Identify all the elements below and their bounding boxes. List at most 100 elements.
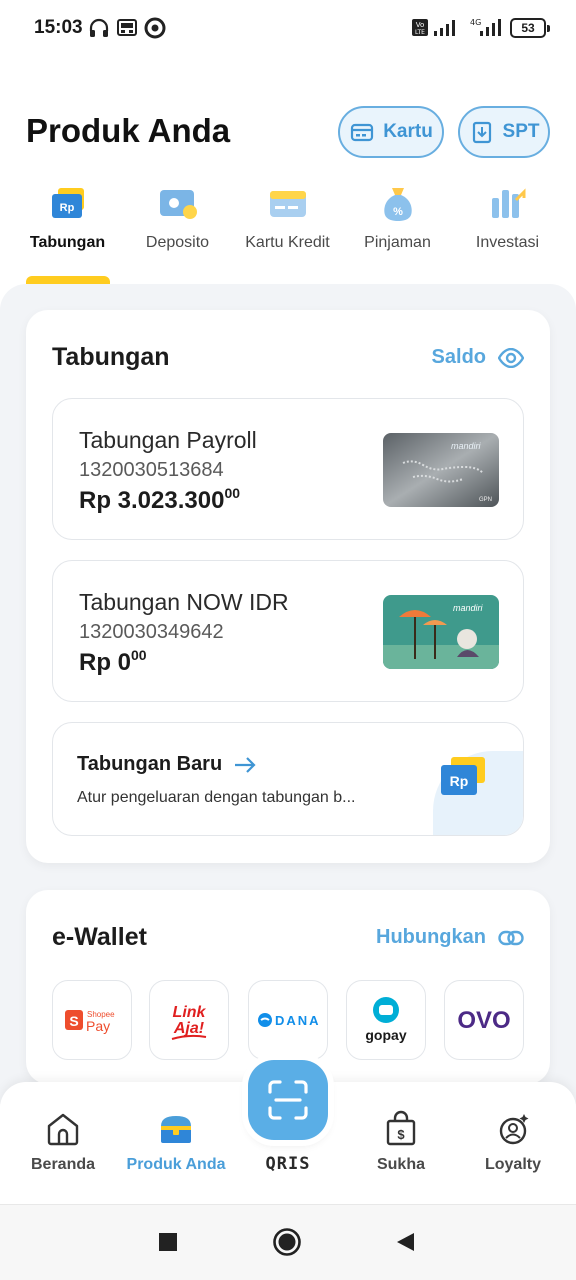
nav-produk-anda[interactable]: Produk Anda [121,1110,231,1174]
tab-pinjaman[interactable]: % Pinjaman [340,182,455,252]
link-icon [498,930,524,945]
battery-icon: 53 [510,18,550,38]
shopeepay-logo: S Shopee Pay [65,1010,115,1034]
tab-tabungan[interactable]: Rp Tabungan [10,182,125,252]
system-navigation-bar [0,1204,576,1280]
svg-text:Link: Link [173,1004,207,1021]
svg-text:mandiri: mandiri [451,441,482,451]
document-icon [472,121,491,144]
eye-icon [498,347,524,368]
hubungkan-link[interactable]: Hubungkan [376,926,524,949]
gopay-logo: gopay [365,997,407,1043]
debit-card-image: mandiri GPN [383,433,499,507]
savings-icon: Rp [46,182,90,226]
back-icon[interactable] [394,1231,416,1253]
nav-label: Sukha [376,1156,425,1173]
new-savings-title: Tabungan Baru [77,753,256,776]
svg-text:mandiri: mandiri [453,603,484,613]
spt-button-label: SPT [502,121,540,142]
volte-signal-icon: Vo LTE [412,19,455,36]
home-icon [47,1113,79,1146]
tab-label: Pinjaman [364,234,431,251]
account-card-payroll[interactable]: Tabungan Payroll 1320030513684 Rp 3.023.… [52,398,524,540]
svg-text:%: % [393,206,403,218]
loan-bag-icon: % [376,182,420,226]
qris-label: QRIS [265,1154,311,1174]
ewallet-dana[interactable]: DANA [248,980,328,1060]
qris-scan-button[interactable] [248,1060,328,1140]
sim-card-icon [117,19,137,36]
tab-investasi[interactable]: Investasi [450,182,565,252]
nav-label: Loyalty [484,1156,541,1173]
savings-icon: Rp [441,757,485,795]
svg-text:gopay: gopay [365,1027,406,1043]
saldo-toggle[interactable]: Saldo [432,346,524,369]
tab-kartu-kredit[interactable]: Kartu Kredit [230,182,345,252]
debit-card-image: mandiri [383,595,499,669]
tab-label: Kartu Kredit [245,234,330,251]
account-name: Tabungan Payroll [79,427,257,453]
ewallet-gopay[interactable]: gopay [346,980,426,1060]
home-button-icon[interactable] [272,1227,302,1257]
saldo-label: Saldo [431,346,486,368]
recents-icon[interactable] [158,1232,178,1252]
account-balance: Rp 000 [79,647,147,676]
svg-text:Rp: Rp [450,773,469,789]
ewallet-linkaja[interactable]: Link Aja! [149,980,229,1060]
treasure-chest-icon [161,1116,191,1143]
shopping-bag-icon: $ [386,1110,416,1146]
tab-label: Tabungan [29,234,106,251]
svg-text:S: S [69,1013,78,1029]
hubungkan-label: Hubungkan [376,926,486,948]
svg-text:Rp: Rp [59,202,74,214]
target-icon [144,17,166,39]
kartu-button-label: Kartu [383,121,433,142]
account-balance: Rp 3.023.30000 [79,485,241,514]
arrow-right-icon [235,756,256,773]
new-savings-card[interactable]: Tabungan Baru Atur pengeluaran dengan ta… [52,722,524,836]
account-card-now-idr[interactable]: Tabungan NOW IDR 1320030349642 Rp 000 ma… [52,560,524,702]
tab-label: Deposito [145,234,210,251]
savings-title: Tabungan [52,343,170,371]
ewallet-shopeepay[interactable]: S Shopee Pay [52,980,132,1060]
svg-text:GPN: GPN [479,497,492,503]
new-savings-subtitle: Atur pengeluaran dengan tabungan b... [77,789,356,806]
svg-text:Aja!: Aja! [173,1020,205,1037]
svg-text:LTE: LTE [415,29,425,36]
svg-text:Vo: Vo [416,21,425,29]
deposit-icon [156,182,200,226]
status-bar: 15:03 Vo LTE 4G 53 [0,0,576,56]
scan-icon [268,1080,308,1120]
ewallet-title: e-Wallet [52,923,147,951]
kartu-button[interactable]: Kartu [338,106,444,158]
nav-beranda[interactable]: Beranda [8,1110,118,1174]
dana-logo: DANA [258,1013,319,1028]
status-time: 15:03 [34,17,83,38]
tab-label: Investasi [475,234,540,251]
page-title: Produk Anda [26,112,231,149]
nav-sukha[interactable]: $ Sukha [346,1110,456,1174]
account-name: Tabungan NOW IDR [79,589,289,615]
loyalty-icon [499,1114,529,1145]
ewallet-ovo[interactable]: OVO [444,980,524,1060]
4g-signal-icon: 4G [470,18,501,36]
nav-loyalty[interactable]: Loyalty [458,1110,568,1174]
investment-chart-icon [486,182,530,226]
tab-deposito[interactable]: Deposito [120,182,235,252]
ovo-logo: OVO [457,1007,510,1034]
savings-panel: Tabungan Saldo Tabungan Payroll 13200305… [26,310,550,863]
linkaja-logo: Link Aja! [171,1004,207,1040]
svg-text:Pay: Pay [86,1018,110,1034]
ewallet-panel: e-Wallet Hubungkan S Shopee Pay Link Aja… [26,890,550,1084]
account-number: 1320030513684 [79,459,224,481]
spt-button[interactable]: SPT [458,106,550,158]
nav-label: Produk Anda [126,1156,226,1173]
credit-card-icon [266,182,310,226]
card-icon [351,123,374,142]
nav-label: Beranda [30,1156,96,1173]
svg-text:DANA: DANA [275,1013,319,1028]
account-number: 1320030349642 [79,621,224,643]
svg-text:4G: 4G [470,18,481,27]
svg-text:$: $ [397,1127,405,1142]
headset-icon [89,18,109,37]
